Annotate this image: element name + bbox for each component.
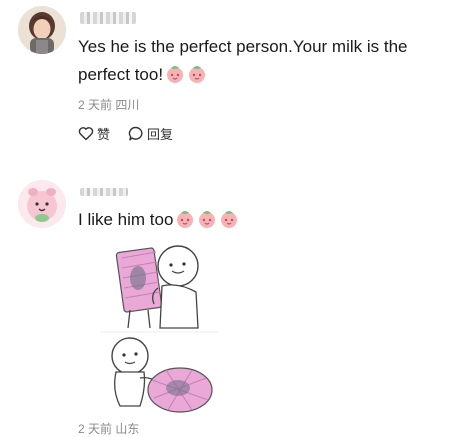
heart-icon	[78, 126, 94, 141]
reply-button[interactable]: 回复	[128, 124, 173, 143]
peach-face-emoji	[165, 64, 185, 92]
comment-text: Yes he is the perfect person.Your milk i…	[78, 33, 448, 92]
avatar[interactable]	[18, 6, 66, 54]
peach-face-emoji	[187, 64, 207, 92]
avatar[interactable]	[18, 180, 66, 228]
comment-text: I like him too	[78, 206, 239, 237]
username-redacted	[80, 12, 136, 24]
peach-face-emoji	[219, 209, 239, 237]
username-redacted	[80, 188, 128, 196]
reply-bubble-icon	[128, 126, 144, 141]
like-button[interactable]: 赞	[78, 124, 110, 143]
comment-2: I like him too 2 天前 山东	[0, 170, 453, 436]
peach-face-emoji	[197, 209, 217, 237]
like-label: 赞	[97, 127, 111, 142]
comment-meta: 2 天前 山东	[78, 422, 140, 436]
comment-1: Yes he is the perfect person.Your milk i…	[0, 0, 453, 160]
sticker-image[interactable]	[100, 238, 218, 414]
comment-meta: 2 天前 四川	[78, 98, 140, 112]
comment-actions: 赞 回复	[78, 124, 173, 143]
reply-label: 回复	[147, 127, 174, 142]
peach-face-emoji	[175, 209, 195, 237]
